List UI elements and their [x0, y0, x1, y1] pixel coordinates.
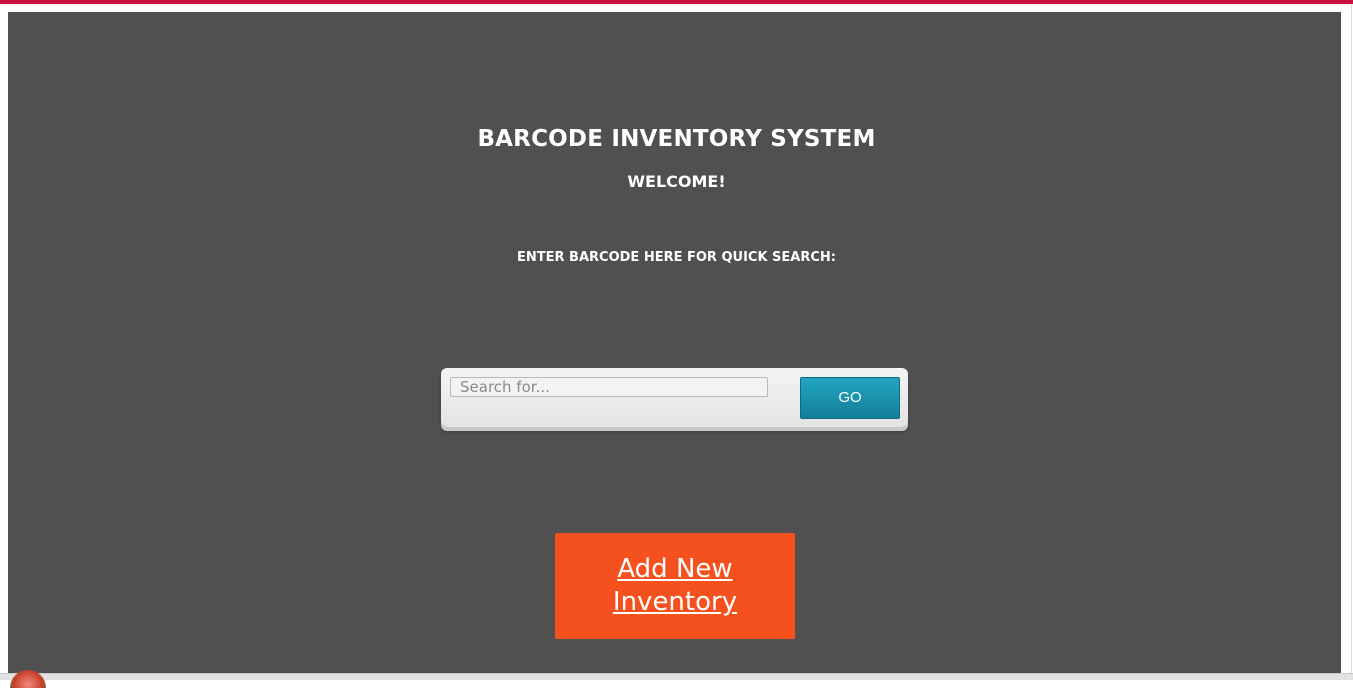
page-title: BARCODE INVENTORY SYSTEM — [477, 126, 876, 152]
scrollbar-track — [1351, 4, 1352, 679]
go-button[interactable]: GO — [800, 377, 900, 419]
add-new-inventory-button[interactable]: Add New Inventory — [555, 533, 795, 639]
top-accent-bar — [0, 0, 1353, 4]
add-new-inventory-link[interactable]: Add New Inventory — [585, 553, 765, 619]
search-input[interactable] — [450, 377, 768, 397]
quick-search-label: ENTER BARCODE HERE FOR QUICK SEARCH: — [517, 250, 836, 265]
scrollbar[interactable] — [1341, 4, 1353, 679]
welcome-heading: WELCOME! — [627, 172, 726, 191]
search-form: GO — [441, 368, 908, 427]
